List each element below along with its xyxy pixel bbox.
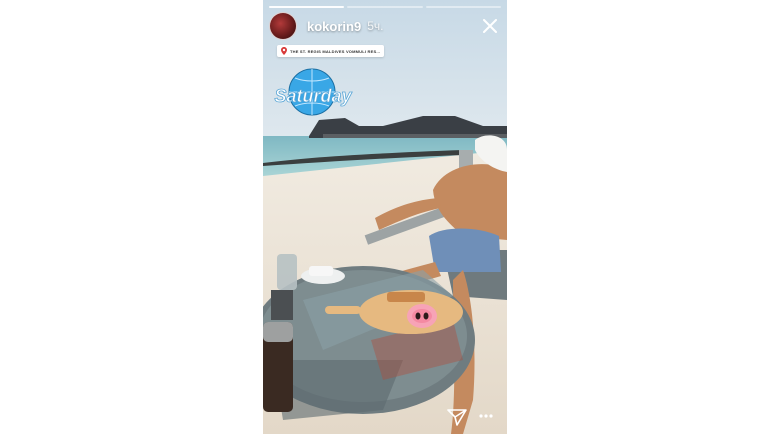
close-button[interactable] (479, 15, 501, 37)
avatar[interactable] (269, 12, 297, 40)
more-icon[interactable] (479, 412, 493, 420)
story-progress-bar (269, 6, 501, 8)
progress-segment (347, 6, 423, 8)
send-icon[interactable] (447, 408, 467, 426)
story-header: kokorin9 5ч. (269, 12, 501, 40)
progress-segment (425, 6, 501, 8)
pig-nose-sticker[interactable] (406, 303, 438, 329)
story-footer (263, 406, 507, 428)
disco-ball-sticker[interactable]: Saturday (267, 68, 359, 118)
post-time: 5ч. (367, 19, 384, 33)
story-photo (263, 0, 507, 434)
location-label: THE ST. REGIS MALDIVES VOMMULI RES... (290, 48, 381, 54)
progress-segment (269, 6, 345, 8)
story-viewer[interactable]: kokorin9 5ч. THE ST. REGIS MALDIVES VOMM… (263, 0, 507, 434)
location-sticker[interactable]: THE ST. REGIS MALDIVES VOMMULI RES... (277, 45, 385, 57)
location-pin-icon (281, 47, 287, 55)
sticker-text: Saturday (274, 86, 352, 106)
username[interactable]: kokorin9 (307, 19, 361, 34)
close-icon (483, 19, 497, 33)
